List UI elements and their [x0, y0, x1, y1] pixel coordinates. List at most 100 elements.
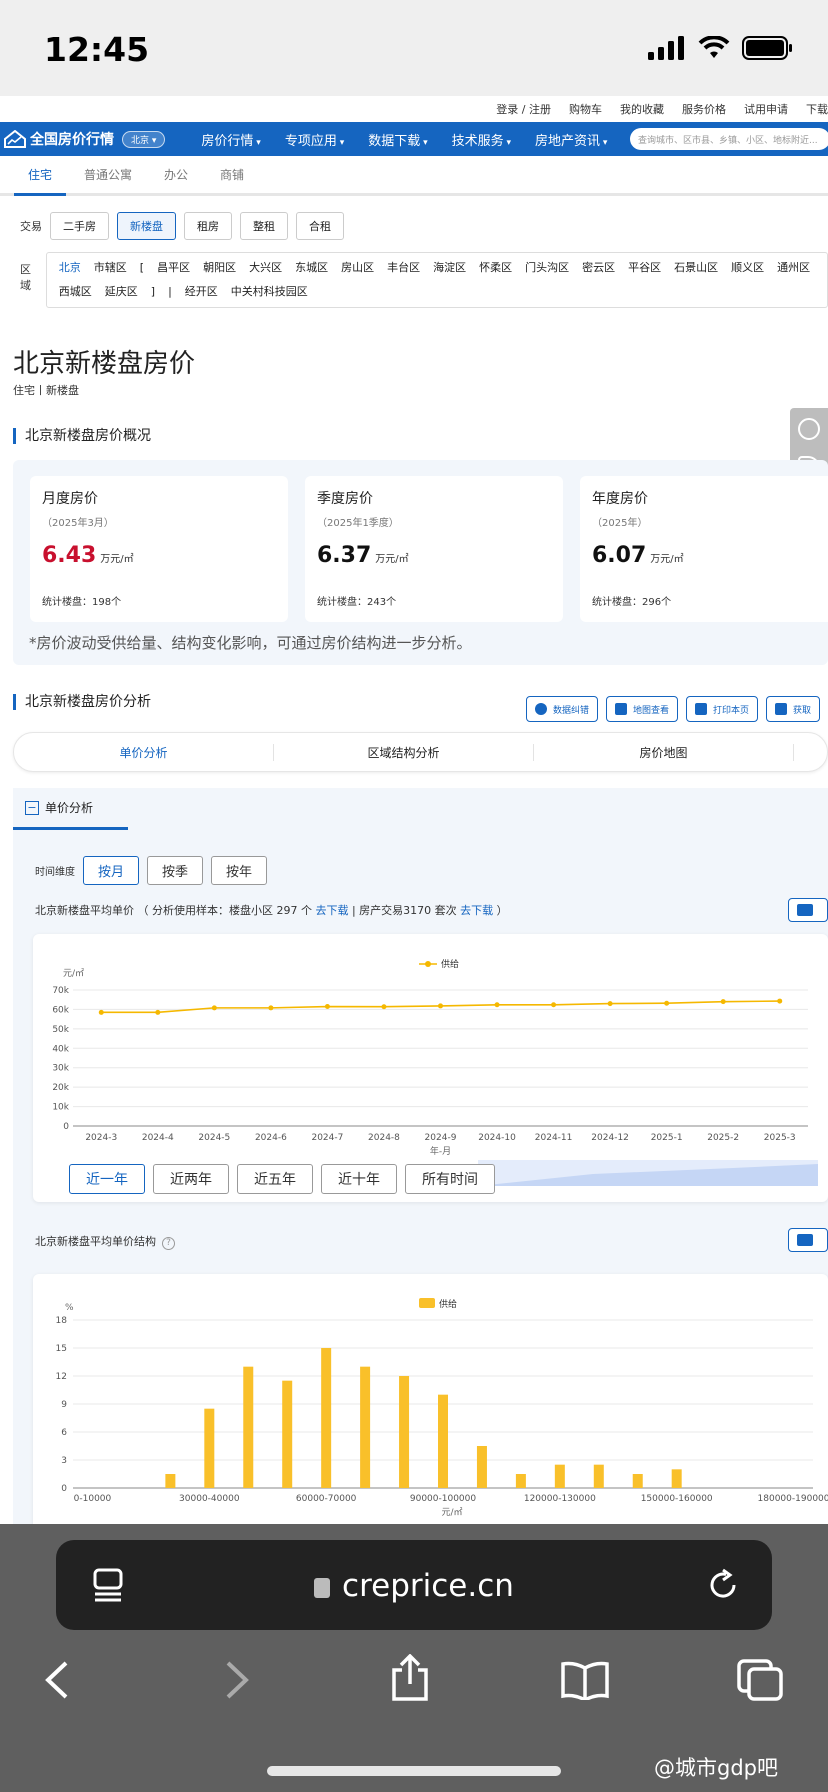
- range-5y[interactable]: 近五年: [237, 1164, 313, 1194]
- nav-item-data-download[interactable]: 数据下载: [368, 130, 427, 149]
- tab-office[interactable]: 办公: [164, 166, 188, 183]
- back-icon[interactable]: [44, 1660, 70, 1700]
- search-input[interactable]: 查询城市、区市县、乡镇、小区、地标附近...: [630, 128, 828, 150]
- reload-icon[interactable]: [706, 1568, 740, 1602]
- data-point: [211, 1005, 217, 1011]
- tab-apartment[interactable]: 普通公寓: [84, 166, 132, 183]
- trade-option-new[interactable]: 新楼盘: [117, 212, 176, 240]
- district-item[interactable]: 北京: [59, 261, 81, 275]
- district-item[interactable]: 通州区: [777, 261, 810, 275]
- district-item[interactable]: 密云区: [582, 261, 615, 275]
- y-tick-label: 20k: [52, 1083, 69, 1093]
- top-link-pricing[interactable]: 服务价格: [682, 101, 726, 117]
- district-item[interactable]: 海淀区: [433, 261, 466, 275]
- help-icon[interactable]: ?: [162, 1237, 175, 1250]
- district-item[interactable]: 昌平区: [157, 261, 190, 275]
- district-item[interactable]: 大兴区: [249, 261, 282, 275]
- range-2y[interactable]: 近两年: [153, 1164, 229, 1194]
- legend-marker: [419, 1298, 435, 1308]
- print-icon: [695, 703, 708, 715]
- data-point: [720, 999, 726, 1005]
- tab-district-structure[interactable]: 区域结构分析: [274, 743, 534, 761]
- top-link-login[interactable]: 登录 / 注册: [496, 101, 551, 117]
- tab-price-map[interactable]: 房价地图: [534, 743, 794, 761]
- structure-caption-text: 北京新楼盘平均单价结构: [35, 1235, 156, 1248]
- avg-price-line-chart: 元/㎡ 0 10k 20k 30k 40k 50k 60k 70k 2024-3 2024-4 202…: [33, 934, 828, 1202]
- nav-item-prices[interactable]: 房价行情: [201, 130, 260, 149]
- district-item[interactable]: 东城区: [295, 261, 328, 275]
- get-data-button[interactable]: 获取: [766, 696, 821, 722]
- nav-item-news[interactable]: 房地产资讯: [535, 130, 607, 149]
- range-all[interactable]: 所有时间: [405, 1164, 495, 1194]
- forward-icon[interactable]: [224, 1660, 250, 1700]
- district-item[interactable]: 经开区: [185, 285, 218, 299]
- y-tick-label: 40k: [52, 1044, 69, 1054]
- error-report-button[interactable]: 数据纠错: [526, 696, 599, 722]
- address-bar[interactable]: creprice.cn: [56, 1540, 772, 1630]
- trade-option-whole-rent[interactable]: 整租: [240, 212, 288, 240]
- print-label: 打印本页: [713, 705, 750, 716]
- tab-unit-price[interactable]: 单价分析: [14, 743, 274, 761]
- print-button[interactable]: 打印本页: [686, 696, 759, 722]
- district-item[interactable]: 怀柔区: [479, 261, 512, 275]
- district-item: ]: [150, 285, 156, 298]
- card-value: 6.43 万元/㎡: [42, 543, 276, 568]
- dimension-quarterly[interactable]: 按季: [147, 856, 204, 885]
- bar: [243, 1366, 254, 1488]
- district-item[interactable]: 西城区: [59, 285, 92, 299]
- card-unit: 万元/㎡: [100, 554, 134, 565]
- top-link-favorites[interactable]: 我的收藏: [620, 101, 664, 117]
- district-item[interactable]: 中关村科技园区: [231, 285, 308, 299]
- district-item[interactable]: 丰台区: [387, 261, 420, 275]
- url-text: creprice.cn: [342, 1568, 514, 1604]
- y-tick-label: 0: [61, 1484, 67, 1494]
- caption-text: | 房产交易3170 套次: [348, 904, 461, 917]
- nav-item-applications[interactable]: 专项应用: [285, 130, 344, 149]
- dimension-yearly[interactable]: 按年: [211, 856, 268, 885]
- tab-residential[interactable]: 住宅: [13, 166, 67, 196]
- panel-tab-unit-price[interactable]: − 单价分析: [13, 788, 128, 830]
- chart-type-toggle[interactable]: [788, 898, 828, 922]
- nav-item-tech-service[interactable]: 技术服务: [452, 130, 511, 149]
- district-item[interactable]: 平谷区: [628, 261, 661, 275]
- x-tick-label: 2025-3: [764, 1133, 796, 1143]
- map-view-button[interactable]: 地图查看: [606, 696, 679, 722]
- site-logo[interactable]: 全国房价行情: [0, 129, 114, 149]
- district-item[interactable]: 延庆区: [105, 285, 138, 299]
- top-link-cart[interactable]: 购物车: [569, 101, 602, 117]
- wifi-icon: [698, 36, 730, 58]
- bar: [476, 1446, 487, 1488]
- price-structure-bar-chart: % 0 3 6 9 12 15 18 0-10000 30000-40000 60000-70000…: [33, 1274, 828, 1524]
- chat-icon[interactable]: [798, 418, 820, 440]
- trade-option-rent[interactable]: 租房: [184, 212, 232, 240]
- district-item[interactable]: 石景山区: [674, 261, 718, 275]
- card-value-number: 6.07: [592, 543, 647, 568]
- y-axis-unit: %: [65, 1303, 74, 1313]
- tab-shop[interactable]: 商铺: [220, 166, 244, 183]
- city-selector[interactable]: 北京 ▾: [122, 130, 166, 148]
- share-icon[interactable]: [390, 1654, 430, 1702]
- district-item[interactable]: 门头沟区: [525, 261, 569, 275]
- bookmarks-icon[interactable]: [560, 1660, 610, 1700]
- download-link-trades[interactable]: 去下载: [460, 904, 493, 917]
- district-item[interactable]: 市辖区: [94, 261, 127, 275]
- trade-option-secondhand[interactable]: 二手房: [50, 212, 109, 240]
- download-link-sample[interactable]: 去下载: [315, 904, 348, 917]
- collapse-icon[interactable]: −: [25, 800, 39, 815]
- range-10y[interactable]: 近十年: [321, 1164, 397, 1194]
- y-tick-label: 12: [56, 1372, 67, 1382]
- home-indicator[interactable]: [267, 1766, 561, 1776]
- district-item[interactable]: 房山区: [341, 261, 374, 275]
- card-count: 统计楼盘：296个: [592, 597, 672, 608]
- range-1y[interactable]: 近一年: [69, 1164, 145, 1194]
- district-item[interactable]: 顺义区: [731, 261, 764, 275]
- tabs-icon[interactable]: [736, 1658, 784, 1702]
- structure-chart-toggle[interactable]: [788, 1228, 828, 1252]
- district-item[interactable]: 朝阳区: [203, 261, 236, 275]
- price-card-quarterly: 季度房价 （2025年1季度） 6.37 万元/㎡ 统计楼盘：243个: [305, 476, 563, 622]
- top-link-trial[interactable]: 试用申请: [744, 101, 788, 117]
- data-point: [494, 1002, 500, 1008]
- dimension-monthly[interactable]: 按月: [83, 856, 140, 885]
- trade-option-shared-rent[interactable]: 合租: [296, 212, 344, 240]
- top-link-download[interactable]: 下载: [806, 101, 828, 117]
